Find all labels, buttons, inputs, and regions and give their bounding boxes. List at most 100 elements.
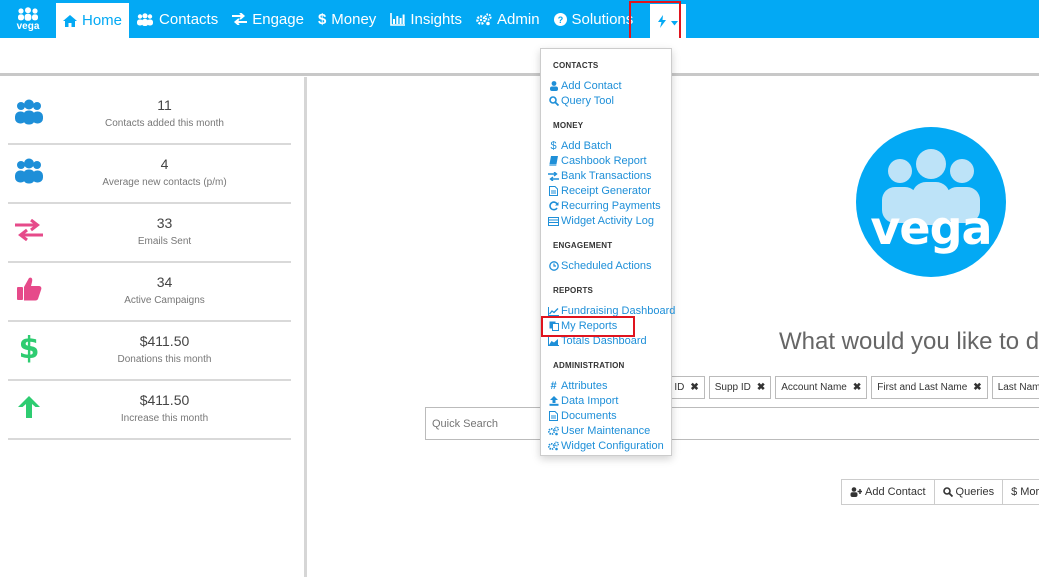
section-header-engagement: ENGAGEMENT <box>553 241 613 250</box>
section-header-administration: ADMINISTRATION <box>553 361 625 370</box>
stat-label: Donations this month <box>117 354 212 365</box>
users-icon <box>136 12 154 26</box>
menu-item-label: Documents <box>561 410 617 422</box>
menu-item-label: My Reports <box>561 320 618 332</box>
menu-item-add-batch[interactable]: $ Add Batch <box>548 140 612 152</box>
nav-admin[interactable]: Admin <box>469 0 547 38</box>
dollar-icon: $ <box>317 10 327 28</box>
section-header-contacts: CONTACTS <box>553 61 599 70</box>
menu-item-totals-dashboard[interactable]: Totals Dashboard <box>548 335 647 347</box>
chip-supp-id[interactable]: Supp ID ✖ <box>708 376 772 399</box>
gears-icon <box>548 441 559 451</box>
menu-item-query-tool[interactable]: Query Tool <box>548 95 614 107</box>
stat-value: 34 <box>156 274 173 290</box>
menu-item-label: Receipt Generator <box>561 185 651 197</box>
menu-item-data-import[interactable]: Data Import <box>548 395 618 407</box>
nav-engage[interactable]: Engage <box>225 0 311 38</box>
quick-actions-toggle[interactable] <box>650 4 687 38</box>
menu-item-label: Query Tool <box>561 95 614 107</box>
chip-first-last-name[interactable]: First and Last Name ✖ <box>871 376 988 399</box>
close-icon[interactable]: ✖ <box>690 377 698 398</box>
section-header-reports: REPORTS <box>553 286 594 295</box>
nav-admin-label: Admin <box>497 10 540 28</box>
menu-item-label: Fundraising Dashboard <box>561 305 676 317</box>
menu-item-my-reports[interactable]: My Reports <box>548 320 617 332</box>
vega-logo[interactable]: vega <box>0 0 56 38</box>
chip-last-name[interactable]: Last Name✖ <box>991 376 1039 399</box>
add-contact-button[interactable]: Add Contact <box>841 479 935 505</box>
page-headline: What would you like to do <box>779 328 1039 355</box>
menu-item-widget-activity-log[interactable]: Widget Activity Log <box>548 215 654 227</box>
menu-item-documents[interactable]: Documents <box>548 410 617 422</box>
nav-engage-label: Engage <box>252 10 304 28</box>
stat-value: $411.50 <box>139 333 190 349</box>
menu-item-attributes[interactable]: # Attributes <box>548 380 607 392</box>
menu-item-add-contact[interactable]: Add Contact <box>548 80 622 92</box>
gears-icon <box>476 12 492 26</box>
menu-item-scheduled-actions[interactable]: Scheduled Actions <box>548 260 652 272</box>
menu-item-receipt-generator[interactable]: Receipt Generator <box>548 185 651 197</box>
chip-label: Last Name <box>997 382 1039 393</box>
search-icon <box>942 487 953 497</box>
list-icon <box>548 216 559 226</box>
users-logo-icon <box>18 7 38 21</box>
home-icon <box>63 14 77 27</box>
stat-label: Active Campaigns <box>124 295 205 306</box>
menu-item-widget-configuration[interactable]: Widget Configuration <box>548 440 664 452</box>
stat-active-campaigns: 34 Active Campaigns <box>8 264 291 322</box>
clock-icon <box>548 261 559 271</box>
caret-down-icon <box>671 13 679 30</box>
nav-insights[interactable]: Insights <box>383 0 469 38</box>
stat-label: Increase this month <box>120 413 209 424</box>
menu-item-label: Attributes <box>561 380 608 392</box>
stat-value: $411.50 <box>139 392 190 408</box>
stat-donations-month: $ $411.50 Donations this month <box>8 323 291 381</box>
stat-label: Emails Sent <box>137 236 192 247</box>
nav-contacts-label: Contacts <box>159 10 219 28</box>
copy-icon <box>548 321 559 331</box>
file-text-icon <box>548 411 559 421</box>
money-button[interactable]: $ Mor <box>1002 479 1039 505</box>
close-icon[interactable]: ✖ <box>973 377 981 398</box>
user-plus-icon <box>850 487 862 497</box>
stat-label: Average new contacts (p/m) <box>102 177 227 188</box>
nav-solutions-label: Solutions <box>571 10 634 28</box>
menu-item-label: Scheduled Actions <box>561 260 652 272</box>
menu-item-label: Add Batch <box>561 140 612 152</box>
sub-toolbar <box>0 38 1039 76</box>
nav-home-label: Home <box>82 12 123 29</box>
nav-home[interactable]: Home <box>56 3 130 38</box>
stat-label: Contacts added this month <box>105 118 224 129</box>
menu-item-label: Recurring Payments <box>561 200 661 212</box>
menu-item-recurring-payments[interactable]: Recurring Payments <box>548 200 661 212</box>
nav-money-label: Money <box>331 10 377 28</box>
nav-money[interactable]: $ Money <box>311 0 383 38</box>
menu-item-user-maintenance[interactable]: User Maintenance <box>548 425 650 437</box>
stat-increase-month: $411.50 Increase this month <box>8 382 291 440</box>
top-navbar: vega Home Contacts Engage $ Money Insigh… <box>0 0 1039 38</box>
chip-account-name[interactable]: Account Name ✖ <box>775 376 868 399</box>
exchange-icon <box>548 171 559 181</box>
menu-item-fundraising-dashboard[interactable]: Fundraising Dashboard <box>548 305 675 317</box>
quick-search-input[interactable] <box>426 408 1039 439</box>
money-label: $ Mor <box>1011 486 1039 498</box>
menu-item-label: User Maintenance <box>561 425 651 437</box>
close-icon[interactable]: ✖ <box>853 377 861 398</box>
stat-contacts-added: 11 Contacts added this month <box>8 87 291 145</box>
menu-item-label: Add Contact <box>561 80 622 92</box>
menu-item-bank-transactions[interactable]: Bank Transactions <box>548 170 652 182</box>
file-text-icon <box>548 186 559 196</box>
chip-label: Supp ID <box>714 382 751 393</box>
menu-item-label: Bank Transactions <box>561 170 652 182</box>
line-chart-icon <box>548 306 559 316</box>
stat-average-new-contacts: 4 Average new contacts (p/m) <box>8 146 291 204</box>
nav-contacts[interactable]: Contacts <box>129 0 225 38</box>
queries-button[interactable]: Queries <box>933 479 1004 505</box>
menu-item-cashbook-report[interactable]: Cashbook Report <box>548 155 647 167</box>
exchange-icon <box>232 13 248 25</box>
nav-solutions[interactable]: ? Solutions <box>547 0 641 38</box>
close-icon[interactable]: ✖ <box>757 377 765 398</box>
search-icon <box>548 96 559 106</box>
question-circle-icon: ? <box>553 12 567 26</box>
menu-item-label: Cashbook Report <box>561 155 647 167</box>
